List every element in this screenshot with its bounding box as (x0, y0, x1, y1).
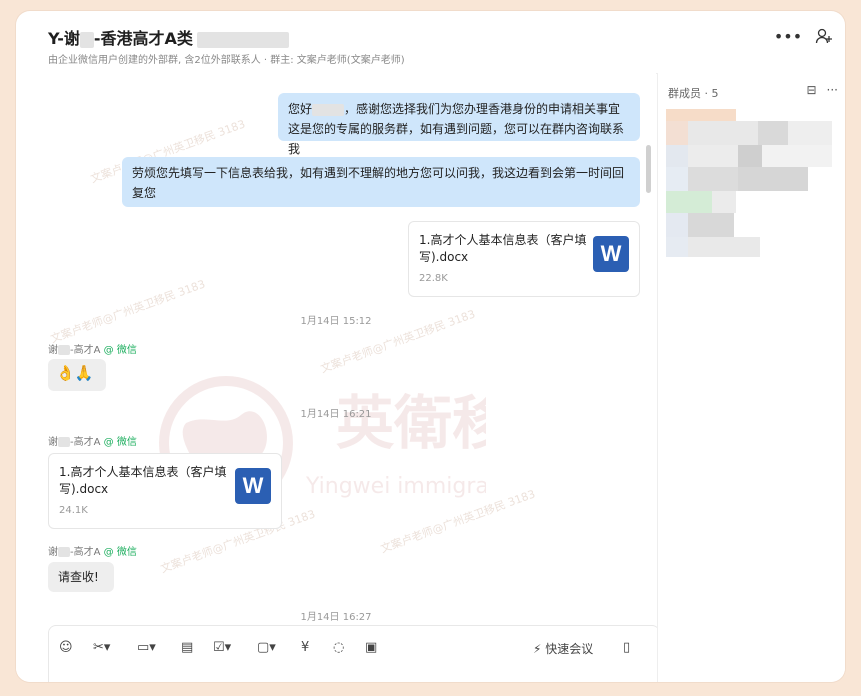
header-actions: ••• (774, 25, 835, 47)
avatar-pixelated[interactable] (688, 213, 734, 237)
emoji-icon[interactable]: ☺ (59, 640, 73, 655)
chat-window: Y-谢 -香港高才A类 由企业微信用户创建的外部群, 含2位外部联系人 · 群主:… (16, 11, 845, 682)
outgoing-message[interactable]: 劳烦您先填写一下信息表给我，如有遇到不理解的地方您可以问我，我这边看到会第一时间… (122, 157, 640, 207)
watermark-text: 文案卢老师@广州英卫移民 3183 (48, 277, 207, 346)
incoming-message[interactable]: 👌🙏 (48, 359, 106, 391)
message-text: 这是您的专属的服务群，如有遇到问题，您可以在群内咨询联系我 (288, 122, 625, 156)
redacted-name (58, 547, 70, 557)
redacted-title (196, 31, 289, 48)
collapse-icon[interactable]: ⊟ (806, 83, 816, 97)
avatar-pixelated[interactable] (788, 121, 832, 145)
avatar-pixelated[interactable] (712, 191, 736, 213)
message-text: 您好 (288, 102, 313, 116)
avatar-pixelated[interactable] (688, 121, 758, 145)
sender-suffix: -高才A (70, 547, 101, 558)
file-size: 24.1K (59, 505, 88, 516)
avatar-pixelated[interactable] (762, 145, 832, 167)
title-prefix: Y-谢 (48, 29, 80, 48)
incoming-message[interactable]: 请查收! (48, 562, 114, 592)
more-icon[interactable]: ••• (774, 25, 802, 47)
avatar-pixelated[interactable] (666, 167, 688, 191)
outgoing-message[interactable]: 您好 ，感谢您选择我们为您办理香港身份的申请相关事宜 这是您的专属的服务群，如有遇… (278, 93, 640, 156)
redacted-name (58, 345, 70, 355)
sender-label: 谢 -高才A @ 微信 (48, 341, 137, 356)
message-area[interactable]: 英衛移民 Yingwei immigration 文案卢老师@广州英卫移民 31… (16, 73, 656, 682)
timestamp: 1月14日 15:12 (300, 316, 372, 327)
avatar-pixelated[interactable] (666, 237, 688, 257)
input-toolbar: ☺ ✂▾ ▭▾ ▤ ☑▾ ▢▾ ¥ ◌ ▣ ⚡ 快速会议 ▯ (48, 625, 660, 682)
message-text: ，感谢您选择我们为您办理香港身份的申请相关事宜 (344, 102, 621, 116)
file-name: 1.高才个人基本信息表（客户填写).docx (419, 233, 587, 264)
sender-suffix: -高才A (70, 345, 101, 356)
wechat-tag: @ 微信 (103, 345, 137, 356)
members-actions: ⊟ ··· (806, 83, 838, 97)
add-member-icon[interactable] (813, 25, 835, 47)
message-text: 劳烦您先填写一下信息表给我，如有遇到不理解的地方您可以问我，我这边看到会第一时间… (132, 166, 625, 200)
image-icon[interactable]: ▭▾ (137, 640, 156, 655)
sender-label: 谢 -高才A @ 微信 (48, 433, 137, 448)
file-size: 22.8K (419, 273, 448, 284)
avatar-pixelated[interactable] (688, 145, 738, 167)
redacted-name (79, 31, 94, 48)
avatar-pixelated[interactable] (666, 109, 736, 121)
brand-watermark-en: Yingwei immigration (305, 474, 486, 499)
redacted-name (312, 103, 345, 116)
avatar-pixelated[interactable] (688, 237, 760, 257)
message-text: 请查收! (58, 570, 99, 584)
quick-meeting-button[interactable]: ⚡ 快速会议 (533, 640, 593, 657)
sender-name: 谢 (48, 437, 58, 448)
avatar-pixelated[interactable] (688, 167, 738, 191)
quick-meeting-label: 快速会议 (545, 642, 594, 656)
word-doc-icon: W (235, 468, 271, 504)
members-count: 群成员 · 5 (668, 87, 719, 100)
watermark-text: 文案卢老师@广州英卫移民 3183 (378, 487, 537, 556)
wechat-tag: @ 微信 (103, 437, 137, 448)
title-suffix: -香港高才A类 (93, 29, 193, 48)
wechat-tag: @ 微信 (103, 547, 137, 558)
avatar-pixelated[interactable] (758, 121, 788, 145)
avatar-pixelated[interactable] (738, 167, 808, 191)
file-attachment[interactable]: 1.高才个人基本信息表（客户填写).docx 24.1K W (48, 453, 282, 529)
calendar-icon[interactable]: ▣ (365, 640, 377, 655)
folder-icon[interactable]: ▢▾ (257, 640, 276, 655)
file-name: 1.高才个人基本信息表（客户填写).docx (59, 465, 227, 496)
avatar-pixelated[interactable] (666, 213, 688, 237)
payment-icon[interactable]: ¥ (301, 640, 309, 655)
avatar-pixelated[interactable] (666, 145, 688, 167)
timestamp: 1月14日 16:21 (300, 409, 372, 420)
scissors-icon[interactable]: ✂▾ (93, 640, 110, 655)
todo-icon[interactable]: ☑▾ (213, 640, 231, 655)
side-panel-icon[interactable]: ▯ (623, 640, 630, 655)
more-icon[interactable]: ··· (827, 83, 838, 97)
sender-suffix: -高才A (70, 437, 101, 448)
scrollbar[interactable] (646, 145, 651, 193)
sender-label: 谢 -高才A @ 微信 (48, 543, 137, 558)
sender-name: 谢 (48, 345, 58, 356)
avatar-pixelated[interactable] (666, 191, 712, 213)
timestamp: 1月14日 16:27 (300, 612, 372, 623)
word-doc-icon: W (593, 236, 629, 272)
avatar-pixelated[interactable] (666, 121, 688, 145)
chat-bubble-icon[interactable]: ◌ (333, 640, 344, 655)
document-icon[interactable]: ▤ (181, 640, 193, 655)
redacted-name (58, 437, 70, 447)
group-subtitle: 由企业微信用户创建的外部群, 含2位外部联系人 · 群主: 文案卢老师(文案卢老… (48, 55, 405, 66)
avatar-pixelated[interactable] (738, 145, 762, 167)
members-panel: 群成员 · 5 ⊟ ··· (657, 73, 845, 682)
emoji-reaction: 👌🙏 (56, 364, 94, 382)
brand-watermark-cn: 英衛移民 (336, 389, 486, 457)
sender-name: 谢 (48, 547, 58, 558)
chat-header: Y-谢 -香港高才A类 由企业微信用户创建的外部群, 含2位外部联系人 · 群主:… (16, 11, 845, 74)
group-title: Y-谢 -香港高才A类 (48, 25, 289, 49)
file-attachment[interactable]: 1.高才个人基本信息表（客户填写).docx 22.8K W (408, 221, 640, 297)
